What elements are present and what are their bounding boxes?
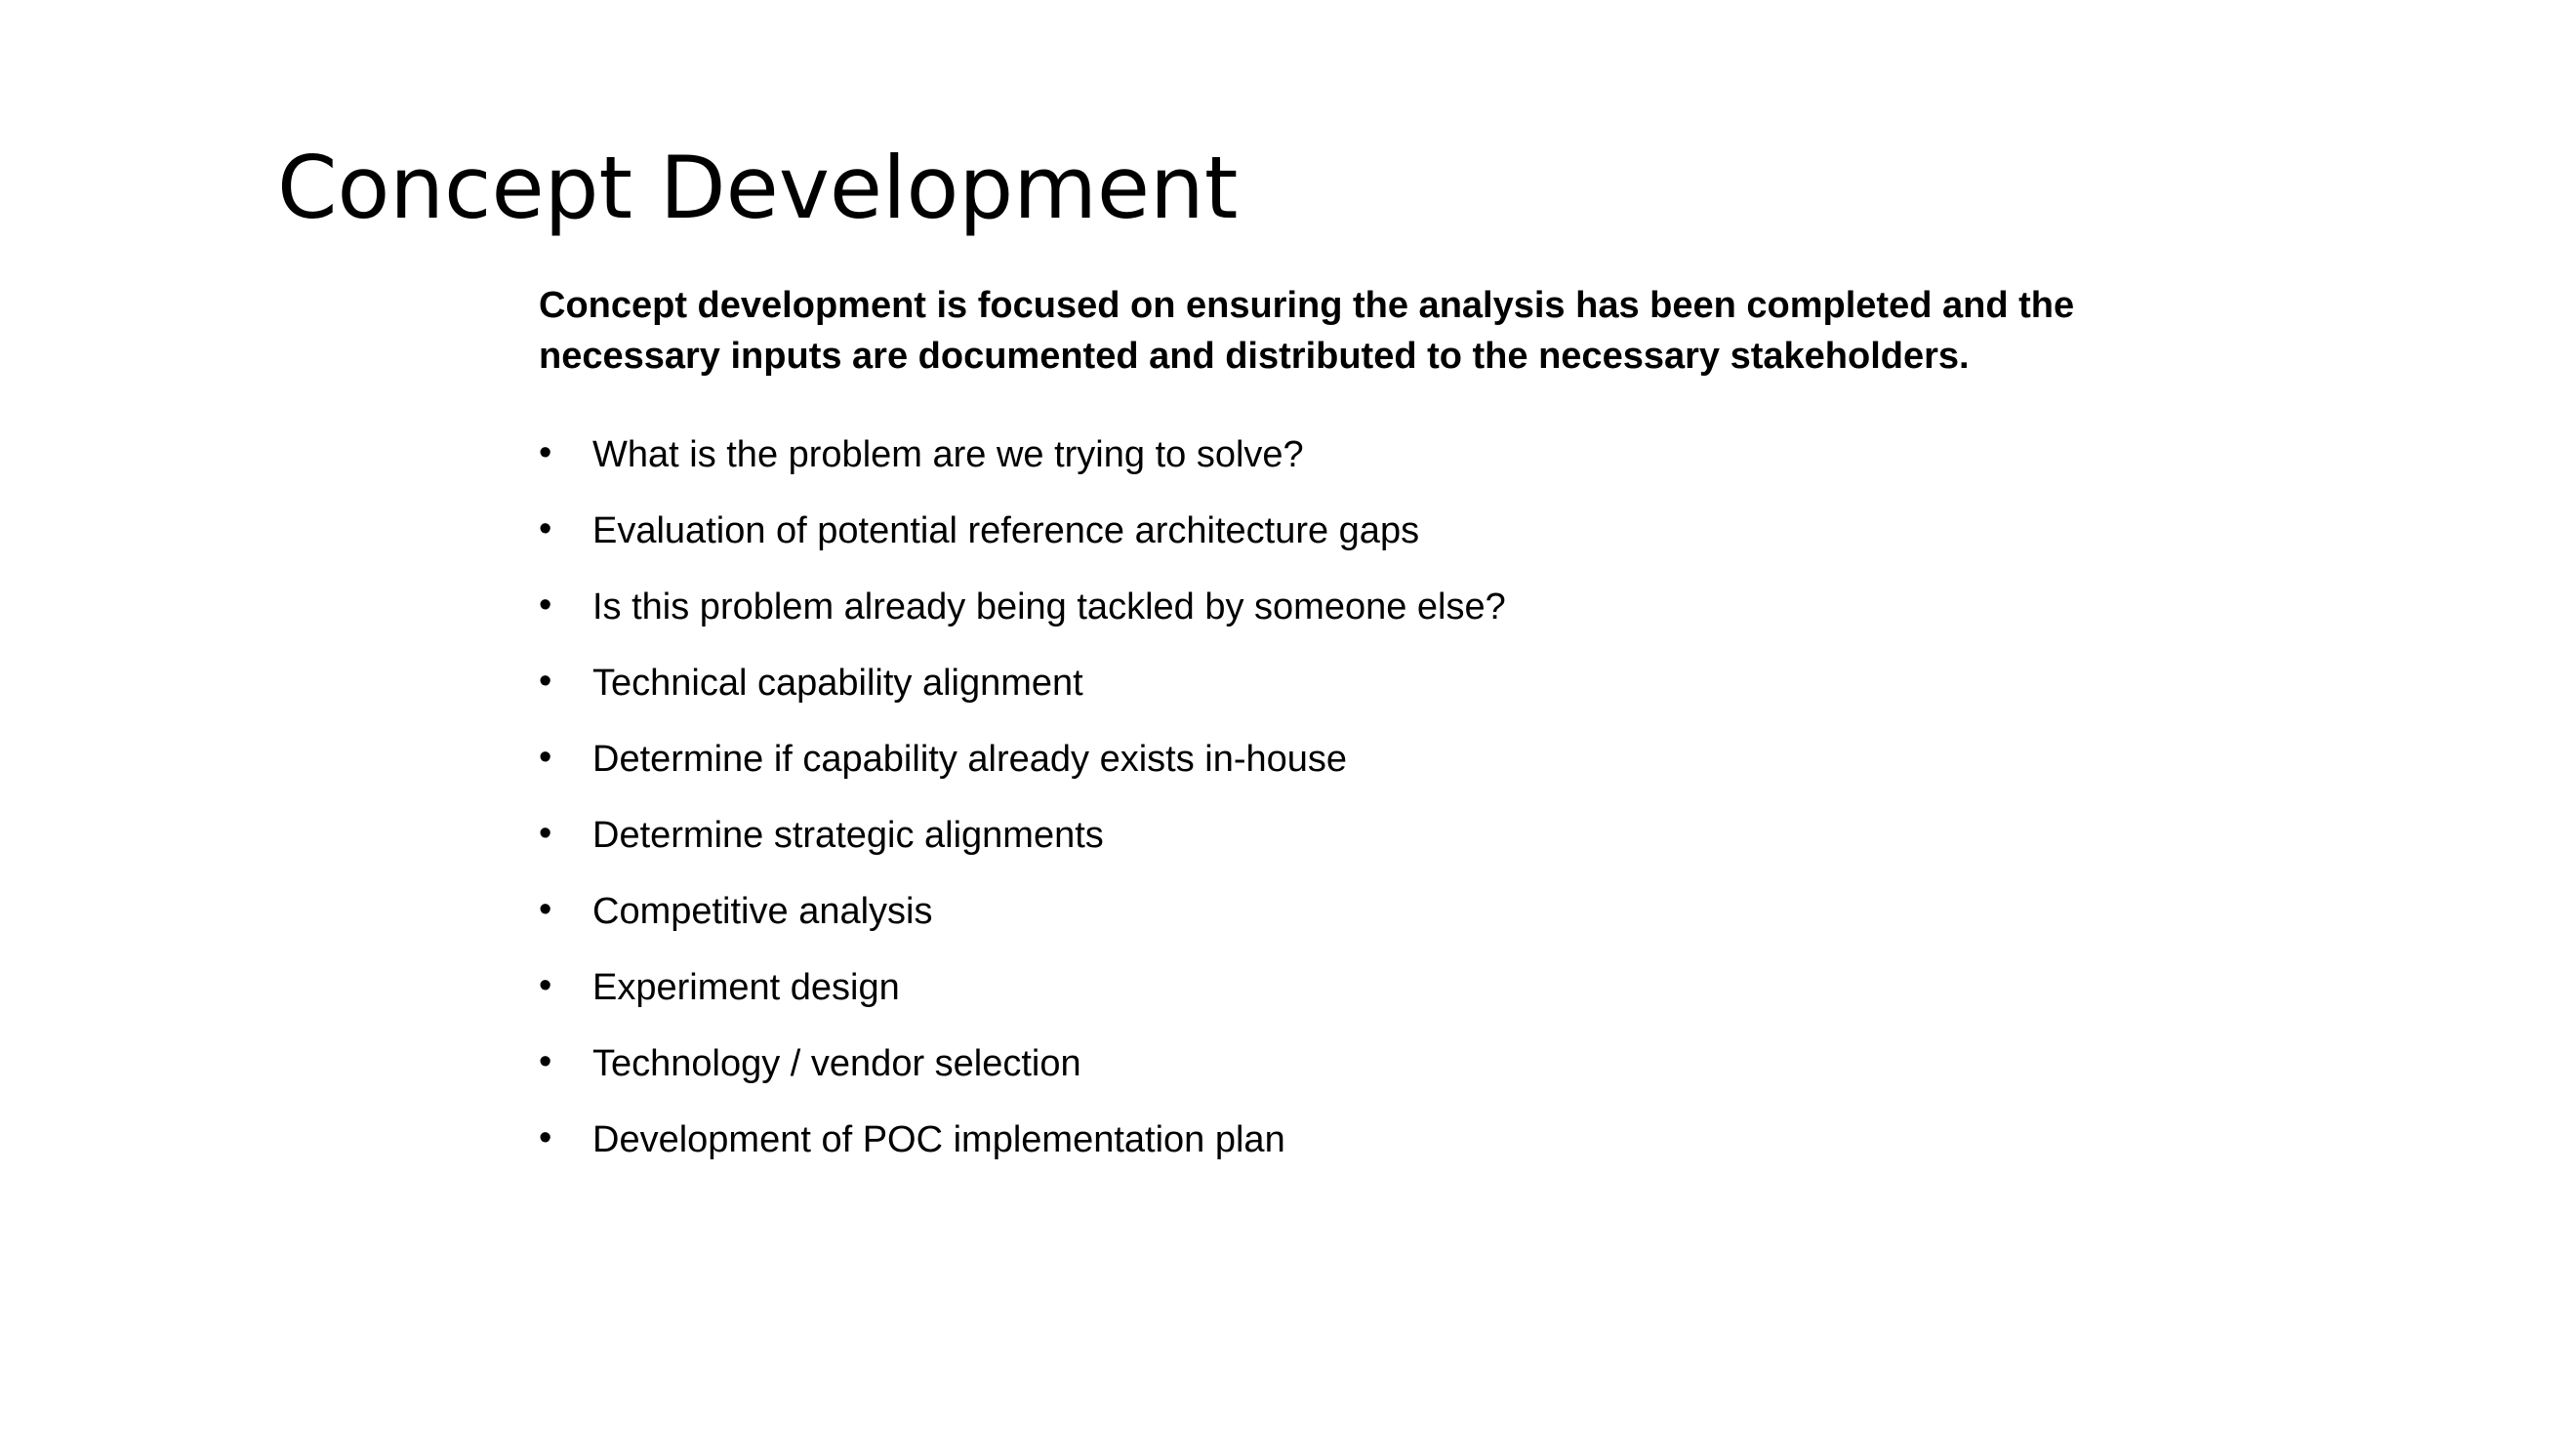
bullet-icon: • xyxy=(539,1041,552,1082)
list-item: • Is this problem already being tackled b… xyxy=(539,583,2139,631)
bullet-icon: • xyxy=(539,965,552,1006)
list-item: • Experiment design xyxy=(539,963,2139,1012)
list-item: • Development of POC implementation plan xyxy=(539,1115,2139,1164)
bullet-icon: • xyxy=(539,432,552,473)
list-item-text: Experiment design xyxy=(592,967,900,1008)
slide-title: Concept Development xyxy=(277,138,1239,238)
slide: Concept Development Concept development … xyxy=(0,0,2566,1456)
list-item-text: Is this problem already being tackled by… xyxy=(592,586,1506,627)
list-item-text: Determine if capability already exists i… xyxy=(592,739,1348,780)
bullet-icon: • xyxy=(539,508,552,549)
bullet-icon: • xyxy=(539,737,552,778)
slide-content: Concept development is focused on ensuri… xyxy=(539,280,2139,1192)
list-item-text: Technology / vendor selection xyxy=(592,1043,1081,1084)
bullet-icon: • xyxy=(539,813,552,854)
list-item-text: Evaluation of potential reference archit… xyxy=(592,510,1420,551)
list-item-text: What is the problem are we trying to sol… xyxy=(592,434,1304,475)
list-item: • Competitive analysis xyxy=(539,887,2139,936)
list-item: • Technology / vendor selection xyxy=(539,1039,2139,1088)
bullet-icon: • xyxy=(539,1117,552,1158)
intro-paragraph: Concept development is focused on ensuri… xyxy=(539,285,2075,377)
list-item-text: Competitive analysis xyxy=(592,891,933,932)
list-item: • Technical capability alignment xyxy=(539,659,2139,708)
bullet-icon: • xyxy=(539,661,552,702)
list-item-text: Determine strategic alignments xyxy=(592,815,1104,856)
list-item: • Determine if capability already exists … xyxy=(539,735,2139,784)
bullet-list: • What is the problem are we trying to so… xyxy=(539,430,2139,1164)
list-item-text: Technical capability alignment xyxy=(592,663,1083,704)
list-item: • Evaluation of potential reference archi… xyxy=(539,506,2139,555)
bullet-icon: • xyxy=(539,889,552,930)
bullet-icon: • xyxy=(539,585,552,626)
list-item: • What is the problem are we trying to so… xyxy=(539,430,2139,479)
list-item-text: Development of POC implementation plan xyxy=(592,1119,1285,1160)
list-item: • Determine strategic alignments xyxy=(539,811,2139,860)
